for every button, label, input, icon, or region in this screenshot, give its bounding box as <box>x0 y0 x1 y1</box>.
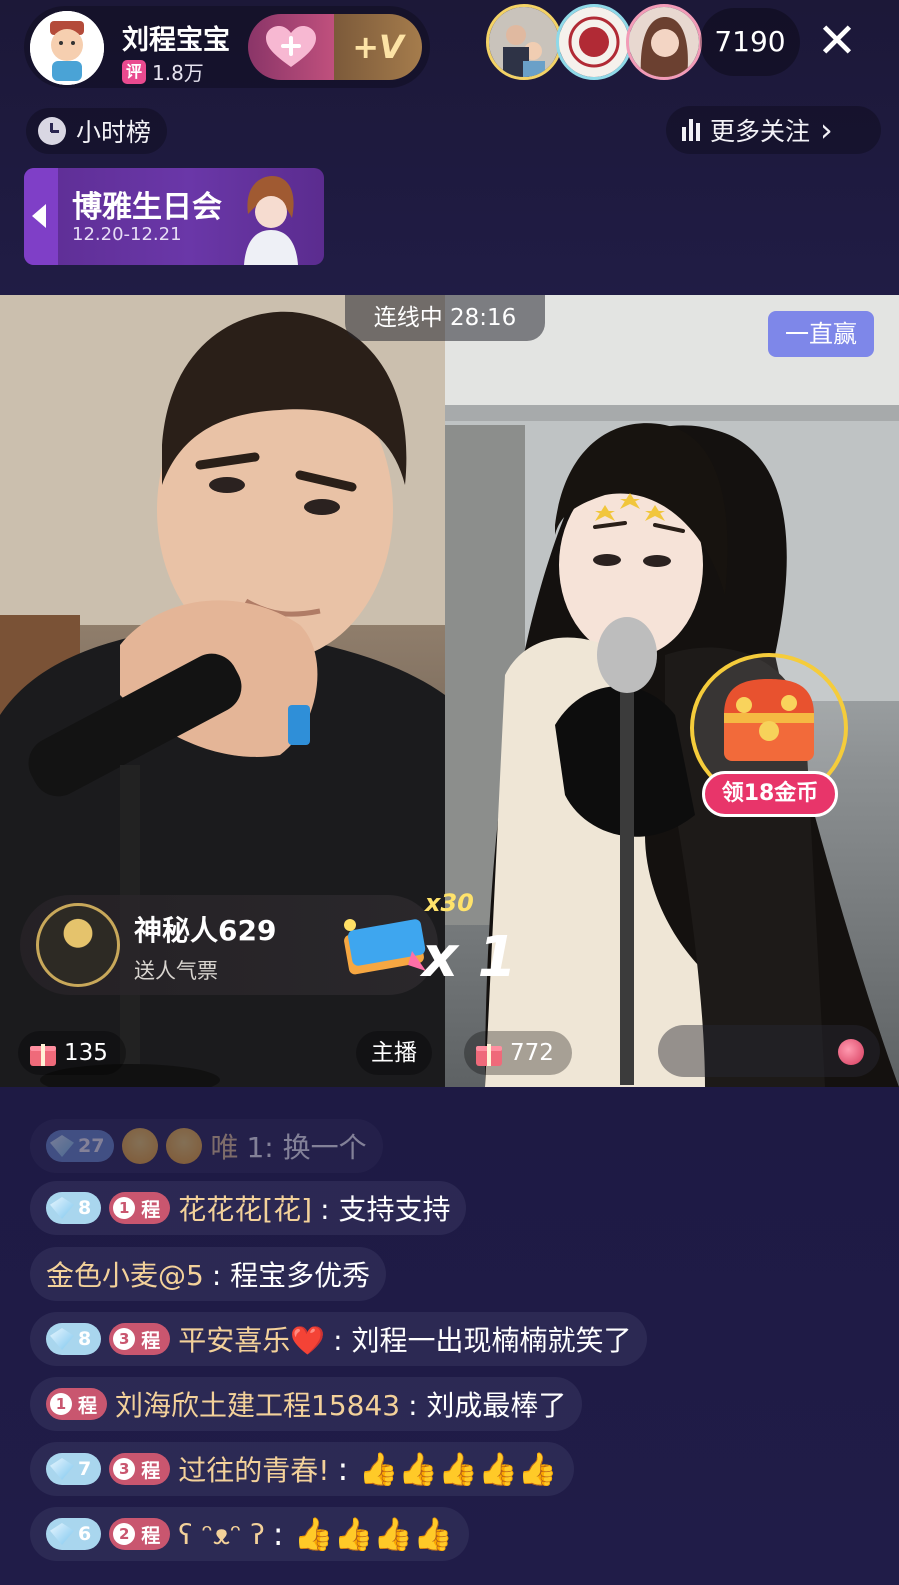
top-viewers[interactable] <box>486 4 702 80</box>
heart-plus-icon <box>266 26 316 67</box>
popularity-ticket-icon <box>344 919 426 975</box>
fan-club-badge: 3程 <box>109 1453 171 1485</box>
right-streamer-info-pill[interactable] <box>658 1025 880 1077</box>
right-gift-counter[interactable]: 772 <box>464 1031 572 1075</box>
user-level-badge: 8 <box>46 1192 102 1224</box>
host-name: 刘程宝宝 <box>122 25 230 56</box>
host-tag: 主播 <box>356 1031 432 1075</box>
chat-text: : 程宝多优秀 <box>211 1259 371 1292</box>
user-level-badge: 7 <box>46 1453 102 1485</box>
gift-box-icon <box>30 1040 56 1066</box>
follow-heart-button[interactable] <box>248 14 334 80</box>
fan-club-badge: 1程 <box>46 1388 108 1420</box>
gem-icon <box>50 1135 74 1157</box>
viewer-avatar[interactable] <box>626 4 702 80</box>
gem-icon <box>50 1523 74 1545</box>
chat-username[interactable]: 金色小麦@5 <box>46 1254 204 1294</box>
live-video-area[interactable]: 连线中 28:16 一直赢 领18金币 神秘人629 送人气票 x30 x 1 … <box>0 295 899 1087</box>
chat-panel[interactable]: 27 唯 1: 换一个 8 1程 花花花[花] : 支持支持 金色小麦@5 : … <box>0 1087 899 1585</box>
gift-notification: 神秘人629 送人气票 <box>20 895 438 995</box>
arrow-left-icon <box>32 204 46 228</box>
chat-message[interactable]: 6 2程 ʕ ᵔᴥᵔ ʔ : 👍👍👍👍 <box>30 1507 470 1561</box>
chat-username[interactable]: 花花花[花] <box>178 1188 312 1228</box>
chat-text: : 👍👍👍👍👍 <box>337 1450 558 1488</box>
treasure-chest-icon <box>724 679 814 761</box>
chat-username[interactable]: 平安喜乐❤️ <box>178 1319 325 1359</box>
treasure-chest-widget[interactable]: 领18金币 <box>690 653 848 817</box>
top-bar-area: 刘程宝宝 评 1.8万 +V 7190 ✕ 小时榜 更多关注 › 博雅生日会 1… <box>0 0 899 295</box>
gem-icon <box>50 1328 74 1350</box>
gift-multiplier: x 1 <box>422 925 517 990</box>
gift-sender-name: 神秘人629 <box>134 914 277 947</box>
chat-text: : 刘成最棒了 <box>408 1389 567 1422</box>
hourly-rank-label: 小时榜 <box>76 118 152 147</box>
rating-badge: 评 <box>122 59 146 84</box>
chat-message[interactable]: 8 1程 花花花[花] : 支持支持 <box>30 1181 467 1235</box>
gift-combo-count: x30 <box>425 889 474 917</box>
fan-club-badge: 1程 <box>109 1192 171 1224</box>
chat-message[interactable]: 金色小麦@5 : 程宝多优秀 <box>30 1247 387 1301</box>
hourly-rank-button[interactable]: 小时榜 <box>26 108 168 154</box>
chat-text: : 👍👍👍👍 <box>272 1515 454 1553</box>
fan-level-heart: 2 <box>113 1523 136 1545</box>
user-level-badge: 8 <box>46 1323 102 1355</box>
left-gift-count: 135 <box>64 1040 108 1066</box>
gem-icon <box>50 1458 74 1480</box>
chat-message[interactable]: 1程 刘海欣土建工程15843 : 刘成最棒了 <box>30 1377 583 1431</box>
more-follow-button[interactable]: 更多关注 › <box>666 106 881 154</box>
right-gift-count: 772 <box>510 1040 554 1066</box>
fan-level-heart: 3 <box>113 1328 136 1350</box>
gem-icon <box>50 1197 74 1219</box>
vip-plus-button[interactable]: +V <box>334 14 422 80</box>
close-button[interactable]: ✕ <box>810 16 864 70</box>
always-win-badge[interactable]: 一直赢 <box>768 311 874 357</box>
chat-text: : 支持支持 <box>320 1193 451 1226</box>
gift-sender-avatar[interactable] <box>36 903 120 987</box>
smile-emoji-icon <box>122 1128 159 1164</box>
fan-club-badge: 3程 <box>109 1323 171 1355</box>
fan-level-heart: 3 <box>113 1458 136 1480</box>
chat-username[interactable]: 过往的青春! <box>178 1449 329 1489</box>
banner-collapse-tab[interactable] <box>24 168 58 265</box>
clock-icon <box>38 117 66 145</box>
host-avatar[interactable] <box>30 11 104 85</box>
chat-message[interactable]: 27 唯 1: 换一个 <box>30 1119 383 1173</box>
gift-box-icon <box>476 1040 502 1066</box>
banner-title: 博雅生日会 <box>72 190 222 225</box>
fan-club-badge: 2程 <box>109 1518 171 1550</box>
left-gift-counter[interactable]: 135 <box>18 1031 126 1075</box>
viewer-count[interactable]: 7190 <box>700 8 800 76</box>
chevron-right-icon: › <box>820 111 833 149</box>
chat-username[interactable]: 刘海欣土建工程15843 <box>115 1384 400 1424</box>
chat-username[interactable]: ʕ ᵔᴥᵔ ʔ <box>178 1518 265 1551</box>
smile-emoji-icon <box>166 1128 203 1164</box>
bar-chart-icon <box>682 119 700 141</box>
banner-date: 12.20-12.21 <box>72 224 182 245</box>
chat-message[interactable]: 8 3程 平安喜乐❤️ : 刘程一出现楠楠就笑了 <box>30 1312 648 1366</box>
chat-text: 1: 换一个 <box>246 1131 367 1164</box>
pk-status-timer: 连线中 28:16 <box>345 295 545 341</box>
user-level-badge: 27 <box>46 1130 115 1162</box>
chat-username[interactable]: 唯 <box>210 1126 238 1166</box>
user-level-badge: 6 <box>46 1518 102 1550</box>
fan-level-heart: 1 <box>50 1393 72 1415</box>
banner-portrait <box>244 176 298 265</box>
host-sub-info: 评 1.8万 <box>122 57 204 86</box>
gift-action-text: 送人气票 <box>134 959 218 983</box>
fans-count: 1.8万 <box>152 61 204 85</box>
host-info-pill[interactable]: 刘程宝宝 评 1.8万 +V <box>24 6 430 88</box>
viewer-avatar[interactable] <box>486 4 562 80</box>
more-follow-label: 更多关注 <box>710 117 811 146</box>
chat-text: : 刘程一出现楠楠就笑了 <box>333 1324 632 1357</box>
fan-level-heart: 1 <box>113 1197 136 1219</box>
viewer-avatar[interactable] <box>556 4 632 80</box>
pink-orb-icon <box>838 1039 864 1065</box>
chat-message[interactable]: 7 3程 过往的青春! : 👍👍👍👍👍 <box>30 1442 574 1496</box>
event-banner[interactable]: 博雅生日会 12.20-12.21 <box>24 168 324 265</box>
claim-coins-button[interactable]: 领18金币 <box>702 771 838 817</box>
